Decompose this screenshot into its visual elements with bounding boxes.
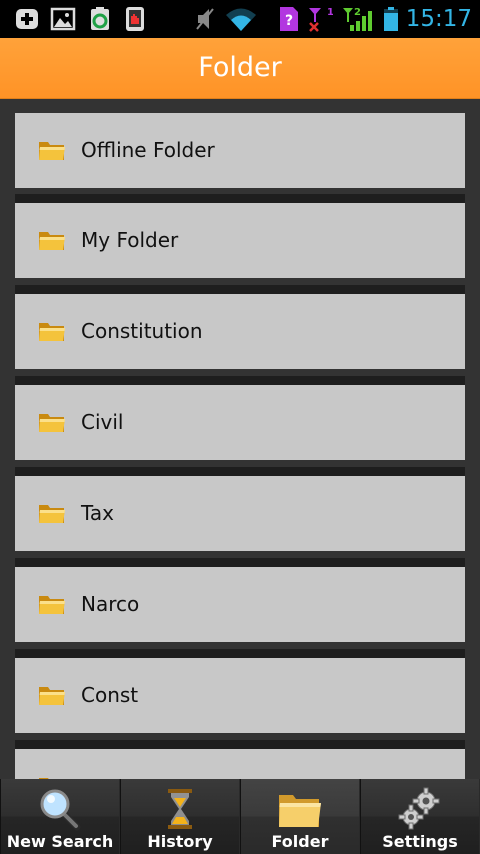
bottom-tab-bar: New Search History Folder Settings <box>0 779 480 854</box>
tab-label: History <box>147 832 213 851</box>
folder-item[interactable]: Const <box>15 649 465 733</box>
folder-label: Tax <box>81 501 114 525</box>
folder-item[interactable]: Tax <box>15 467 465 551</box>
signal-sim2-icon: 2 <box>343 7 372 31</box>
folder-icon <box>39 505 65 523</box>
clock: 15:17 <box>405 6 472 32</box>
tab-folder[interactable]: Folder <box>240 779 359 854</box>
tab-new-search[interactable]: New Search <box>0 779 119 854</box>
folder-label: Narco <box>81 592 140 616</box>
tab-label: Folder <box>271 832 329 851</box>
folder-item[interactable]: Narco <box>15 558 465 642</box>
image-icon <box>50 7 76 31</box>
app-screen: ? 1 2 15:17 Folder Offline Folder My Fol… <box>0 0 480 854</box>
folder-label: Const <box>81 683 139 707</box>
folder-icon <box>279 795 321 827</box>
tab-label: Settings <box>382 832 458 851</box>
screenshot-icon <box>126 7 144 31</box>
signal-sim1-icon: 1 <box>309 7 333 32</box>
tab-settings[interactable]: Settings <box>360 779 479 854</box>
folder-icon <box>39 687 65 705</box>
sim2-label: 2 <box>354 7 361 18</box>
folder-item[interactable]: Civil <box>15 376 465 460</box>
gears-icon <box>398 787 440 830</box>
folder-label: Civil <box>81 410 124 434</box>
folder-icon <box>39 323 65 341</box>
sim-unknown-label: ? <box>285 13 293 29</box>
folder-icon <box>39 142 65 160</box>
status-bar: ? 1 2 15:17 <box>0 0 480 38</box>
title-bar: Folder <box>0 38 480 99</box>
hourglass-icon <box>168 789 192 829</box>
folder-icon <box>39 414 65 432</box>
folder-item[interactable]: My Folder <box>15 194 465 278</box>
add-icon <box>16 9 38 29</box>
mute-icon <box>196 8 214 30</box>
battery-icon <box>384 7 398 31</box>
folder-label: Offline Folder <box>81 138 215 162</box>
tab-label: New Search <box>6 832 114 851</box>
tab-history[interactable]: History <box>120 779 239 854</box>
page-title: Folder <box>198 52 282 83</box>
sim-unknown-icon: ? <box>280 7 298 31</box>
folder-icon <box>39 232 65 250</box>
folder-list[interactable]: Offline Folder My Folder Constitution Ci… <box>0 99 480 779</box>
wifi-icon <box>226 8 256 31</box>
folder-item[interactable]: Constitution <box>15 285 465 369</box>
folder-label: My Folder <box>81 228 179 252</box>
folder-item[interactable]: Offline Folder <box>15 113 465 188</box>
folder-label: Constitution <box>81 319 203 343</box>
magnifier-icon <box>40 789 81 831</box>
sync-icon <box>91 7 109 30</box>
sim1-label: 1 <box>327 7 333 18</box>
folder-item[interactable] <box>15 740 465 779</box>
folder-icon <box>39 596 65 614</box>
